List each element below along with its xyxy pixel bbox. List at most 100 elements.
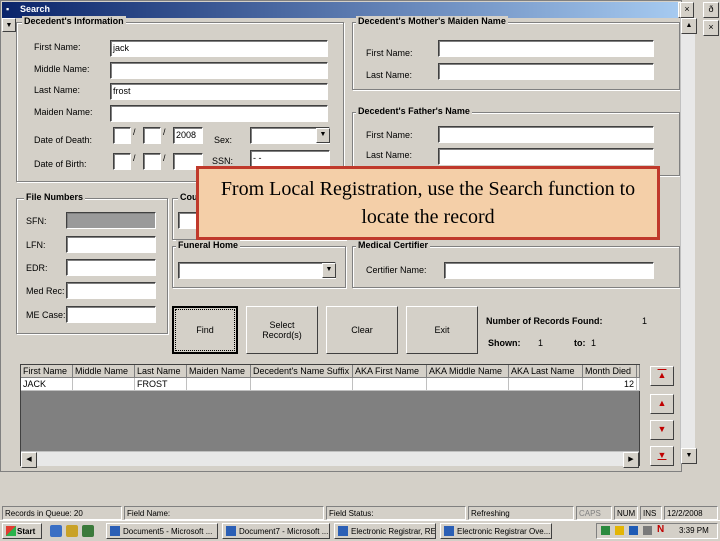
grid-column-header[interactable]: AKA Last Name — [509, 365, 583, 378]
father-first-name-field[interactable] — [438, 126, 654, 143]
last-record-button[interactable]: ▼ — [650, 446, 674, 466]
dod-month-field[interactable] — [113, 127, 131, 144]
certifier-name-field[interactable] — [444, 262, 654, 279]
start-label: Start — [17, 527, 36, 536]
first-record-button[interactable]: ▲ — [650, 366, 674, 386]
restore-button[interactable]: ð — [703, 2, 719, 18]
grid-cell[interactable]: JACK — [21, 378, 73, 391]
arrow-down-icon: ▼ — [657, 424, 667, 434]
ssn-field[interactable]: - - — [250, 150, 330, 167]
first-name-field[interactable]: jack — [110, 40, 328, 57]
last-name-field[interactable]: frost — [110, 83, 328, 100]
to-label: to: — [574, 338, 586, 348]
scroll-left-icon[interactable]: ◀ — [21, 452, 37, 468]
scroll-right-icon[interactable]: ▶ — [623, 452, 639, 468]
app-icon — [444, 526, 454, 536]
grid-column-header[interactable]: Middle Name — [73, 365, 135, 378]
grid-cell[interactable] — [637, 378, 640, 391]
exit-button[interactable]: Exit — [406, 306, 478, 354]
horizontal-scrollbar[interactable]: ◀ ▶ — [21, 451, 639, 468]
grid-column-header[interactable]: AKA First Name — [353, 365, 427, 378]
lfn-label: LFN: — [26, 240, 46, 250]
previous-record-button[interactable]: ▲ — [650, 394, 674, 414]
grid-cell[interactable] — [187, 378, 251, 391]
scroll-up-icon[interactable]: ▲ — [681, 18, 697, 34]
find-button[interactable]: Find — [172, 306, 238, 354]
taskbar: Start N 3:39 PM Document5 - Microsoft ..… — [0, 520, 720, 541]
tray-network-icon[interactable] — [601, 526, 610, 535]
first-record-icon: ▲ — [657, 370, 667, 380]
funeral-home-dropdown[interactable] — [178, 262, 336, 279]
certifier-name-label: Certifier Name: — [366, 265, 427, 275]
medrec-field[interactable] — [66, 282, 156, 299]
clear-button[interactable]: Clear — [326, 306, 398, 354]
system-tray: N 3:39 PM — [596, 523, 718, 539]
date-status: 12/2/2008 — [664, 506, 718, 520]
app-icon — [338, 526, 348, 536]
select-records-button[interactable]: Select Record(s) — [246, 306, 318, 354]
taskbar-item[interactable]: Electronic Registrar Ove... — [440, 523, 552, 539]
grid-cell[interactable] — [427, 378, 509, 391]
dob-sep-1: / — [133, 153, 136, 163]
chevron-down-icon[interactable]: ▼ — [316, 128, 330, 143]
grid-cell[interactable] — [509, 378, 583, 391]
grid-column-header[interactable]: Last Name — [135, 365, 187, 378]
taskbar-item-label: Electronic Registrar, REG... — [351, 527, 436, 536]
field-name-status: Field Name: — [124, 506, 324, 520]
middle-name-field[interactable] — [110, 62, 328, 79]
grid-cell[interactable] — [353, 378, 427, 391]
grid-column-header[interactable]: Decedent's Name Suffix — [251, 365, 353, 378]
grid-column-header[interactable]: D — [637, 365, 640, 378]
grid-column-header[interactable]: Maiden Name — [187, 365, 251, 378]
tray-volume-icon[interactable] — [643, 526, 652, 535]
dod-sep-2: / — [163, 127, 166, 137]
grid-column-header[interactable]: First Name — [21, 365, 73, 378]
quicklaunch-desktop-icon[interactable] — [66, 525, 78, 537]
results-grid[interactable]: First Name Middle Name Last Name Maiden Nam… — [20, 364, 640, 468]
tray-security-icon[interactable] — [615, 526, 624, 535]
medical-certifier-legend: Medical Certifier — [356, 240, 431, 250]
decedent-legend: Decedent's Information — [22, 16, 126, 26]
grid-column-header[interactable]: AKA Middle Name — [427, 365, 509, 378]
tray-app-icon[interactable] — [629, 526, 638, 535]
grid-column-header[interactable]: Month Died — [583, 365, 637, 378]
arrow-up-icon: ▲ — [657, 398, 667, 408]
vertical-scrollbar[interactable]: ▲ ▼ — [680, 18, 697, 464]
taskbar-item[interactable]: Document7 - Microsoft ... — [222, 523, 330, 539]
mother-last-name-label: Last Name: — [366, 70, 413, 80]
records-in-queue-status: Records in Queue: 20 — [2, 506, 122, 520]
tray-n-icon[interactable]: N — [657, 524, 664, 535]
dod-year-field[interactable]: 2008 — [173, 127, 203, 144]
quicklaunch-ie-icon[interactable] — [50, 525, 62, 537]
app-icon — [226, 526, 236, 536]
window-menu-icon[interactable]: ▼ — [2, 18, 16, 32]
taskbar-item[interactable]: Document5 - Microsoft ... — [106, 523, 218, 539]
father-first-name-label: First Name: — [366, 130, 413, 140]
mecase-field[interactable] — [66, 306, 156, 323]
mother-first-name-field[interactable] — [438, 40, 654, 57]
taskbar-item[interactable]: Electronic Registrar, REG... — [334, 523, 436, 539]
maiden-name-field[interactable] — [110, 105, 328, 122]
chevron-down-icon[interactable]: ▼ — [322, 263, 336, 278]
inner-close-icon[interactable]: × — [680, 2, 694, 18]
scroll-down-icon[interactable]: ▼ — [681, 448, 697, 464]
sfn-field[interactable] — [66, 212, 156, 229]
file-numbers-legend: File Numbers — [24, 192, 86, 202]
dob-month-field[interactable] — [113, 153, 131, 170]
grid-cell[interactable] — [73, 378, 135, 391]
close-button[interactable]: × — [703, 20, 719, 36]
grid-cell[interactable]: FROST — [135, 378, 187, 391]
quicklaunch-app-icon[interactable] — [82, 525, 94, 537]
sex-label: Sex: — [214, 135, 233, 145]
edr-field[interactable] — [66, 259, 156, 276]
start-button[interactable]: Start — [2, 523, 42, 539]
dod-day-field[interactable] — [143, 127, 161, 144]
father-last-name-field[interactable] — [438, 148, 654, 165]
grid-cell[interactable]: 12 — [583, 378, 637, 391]
next-record-button[interactable]: ▼ — [650, 420, 674, 440]
lfn-field[interactable] — [66, 236, 156, 253]
grid-cell[interactable] — [251, 378, 353, 391]
mother-last-name-field[interactable] — [438, 63, 654, 80]
mother-legend: Decedent's Mother's Maiden Name — [356, 16, 508, 26]
dob-day-field[interactable] — [143, 153, 161, 170]
